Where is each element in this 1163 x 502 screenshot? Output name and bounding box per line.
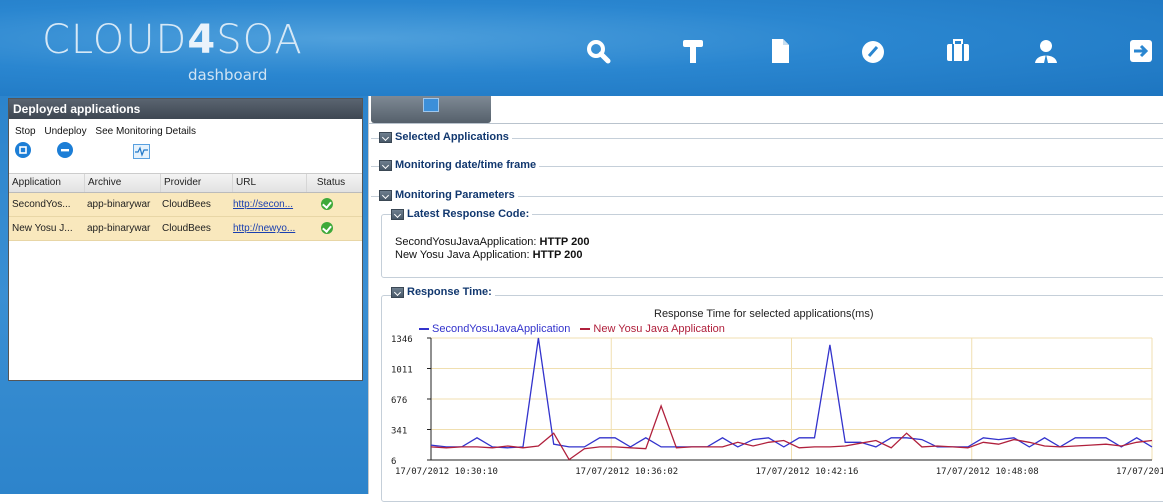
app-name: New Yosu Java Application: — [395, 249, 530, 261]
expand-icon — [379, 131, 392, 143]
expand-icon — [379, 159, 392, 171]
monitor-icon — [423, 98, 439, 112]
http-code: HTTP 200 — [532, 249, 583, 261]
response-time-chart: 1346 1011 676 341 617/07/2012 10:30:10 17/07/… — [391, 335, 1163, 477]
y-tick-label: 6 — [391, 457, 396, 467]
column-header[interactable]: Status — [307, 174, 355, 192]
expand-icon — [391, 208, 404, 220]
user-icon[interactable] — [1033, 38, 1059, 64]
parameters-toggle[interactable]: Monitoring Parameters — [379, 189, 518, 201]
x-tick-label: 17/07/2012 10:30:10 — [395, 467, 498, 477]
legend-swatch — [580, 328, 591, 330]
column-header[interactable]: Provider — [161, 174, 233, 192]
stop-icon — [19, 146, 27, 154]
section-title: Latest Response Code: — [407, 208, 530, 220]
x-tick-label: 17/07/2012 10:36:02 — [575, 467, 678, 477]
check-icon — [321, 222, 333, 235]
column-header[interactable]: URL — [233, 174, 307, 192]
response-code-line: New Yosu Java Application: HTTP 200 — [395, 249, 589, 262]
y-tick-label: 1346 — [391, 335, 413, 345]
undeploy-button[interactable] — [57, 142, 73, 158]
logo-text: CLOUD — [42, 17, 188, 63]
section-title: Monitoring date/time frame — [395, 159, 537, 171]
search-icon[interactable] — [585, 38, 611, 64]
x-tick-label: 17/07/2012 10:54:00 — [1116, 467, 1163, 477]
x-tick-label: 17/07/2012 10:48:08 — [936, 467, 1039, 477]
status-cell — [303, 217, 351, 240]
stop-label[interactable]: Stop — [15, 126, 36, 137]
y-tick-label: 676 — [391, 396, 407, 406]
app-cell: New Yosu J... — [12, 223, 73, 234]
x-tick-label: 17/07/2012 10:42:16 — [756, 467, 859, 477]
minus-icon — [61, 149, 69, 152]
deployed-applications-panel: Deployed applications Stop Undeploy See … — [8, 98, 363, 381]
table-row[interactable]: SecondYos... app-binarywar CloudBees htt… — [9, 193, 362, 217]
table-row[interactable]: New Yosu J... app-binarywar CloudBees ht… — [9, 217, 362, 241]
logo-four: 4 — [187, 17, 217, 63]
response-codes: SecondYosuJavaApplication: HTTP 200 New … — [395, 236, 589, 262]
panel-title: Deployed applications — [9, 99, 362, 119]
logo: CLOUD4SOA — [42, 20, 303, 60]
http-code: HTTP 200 — [539, 236, 590, 248]
undeploy-label[interactable]: Undeploy — [44, 126, 86, 137]
applications-table: Application Archive Provider URL Status … — [9, 173, 362, 241]
y-tick-label: 341 — [391, 427, 407, 437]
app-name: SecondYosuJavaApplication: — [395, 236, 537, 248]
status-cell — [303, 193, 351, 216]
divider — [369, 123, 1163, 124]
expand-icon — [379, 189, 392, 201]
timeframe-toggle[interactable]: Monitoring date/time frame — [379, 159, 540, 171]
column-header[interactable]: Archive — [85, 174, 161, 192]
gauge-icon[interactable] — [860, 38, 886, 64]
logo-text-end: SOA — [216, 17, 303, 63]
selected-applications-toggle[interactable]: Selected Applications — [379, 131, 512, 143]
hammer-icon[interactable] — [680, 38, 706, 64]
provider-cell: CloudBees — [162, 199, 211, 210]
app-cell: SecondYos... — [12, 199, 71, 210]
archive-cell: app-binarywar — [87, 223, 151, 234]
check-icon — [321, 198, 333, 211]
url-link[interactable]: http://secon... — [233, 199, 293, 210]
monitoring-panel: Selected Applications Monitoring date/ti… — [368, 96, 1163, 502]
stop-button[interactable] — [15, 142, 31, 158]
table-header: Application Archive Provider URL Status — [9, 173, 362, 193]
logo-subtitle: dashboard — [188, 66, 268, 84]
url-cell: http://secon... — [230, 193, 303, 216]
section-title: Response Time: — [407, 286, 492, 298]
briefcase-icon[interactable] — [945, 38, 971, 64]
provider-cell: CloudBees — [162, 223, 211, 234]
chart-title: Response Time for selected applications(… — [654, 308, 874, 320]
response-code-line: SecondYosuJavaApplication: HTTP 200 — [395, 236, 589, 249]
column-header[interactable]: Application — [9, 174, 85, 192]
app-header: CLOUD4SOA dashboard — [0, 0, 1163, 96]
section-title: Selected Applications — [395, 131, 509, 143]
tab-monitoring[interactable] — [371, 96, 491, 123]
url-cell: http://newyo... — [230, 217, 303, 240]
url-link[interactable]: http://newyo... — [233, 223, 295, 234]
section-title: Monitoring Parameters — [395, 189, 515, 201]
legend-swatch — [419, 328, 429, 330]
response-time-toggle[interactable]: Response Time: — [391, 286, 495, 298]
latest-response-toggle[interactable]: Latest Response Code: — [391, 208, 533, 220]
expand-icon — [391, 286, 404, 298]
logout-icon[interactable] — [1128, 38, 1154, 64]
document-icon[interactable] — [767, 38, 793, 64]
toolbar-labels: Stop Undeploy See Monitoring Details — [15, 126, 202, 137]
see-monitoring-details-button[interactable] — [133, 144, 150, 159]
archive-cell: app-binarywar — [87, 199, 151, 210]
monitoring-details-label[interactable]: See Monitoring Details — [95, 126, 196, 137]
monitor-icon — [135, 146, 148, 157]
y-tick-label: 1011 — [391, 366, 413, 376]
